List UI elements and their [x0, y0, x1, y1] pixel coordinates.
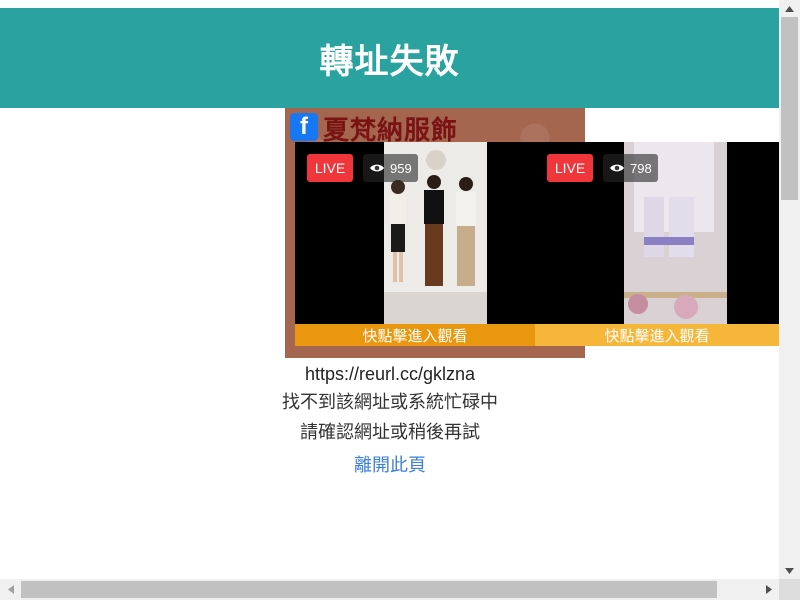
vertical-scroll-thumb[interactable] — [781, 17, 798, 200]
scroll-down-arrow-icon[interactable] — [779, 562, 800, 579]
page-header: 轉址失敗 — [0, 8, 779, 108]
watch-now-button[interactable]: 快點擊進入觀看 — [295, 324, 535, 346]
top-strip — [0, 0, 779, 8]
scrollbar-corner — [779, 579, 800, 600]
live-stream-card[interactable]: T上：可柔價 下午 LIVE 959 快點擊進入觀看 — [295, 142, 535, 346]
horizontal-scrollbar[interactable] — [0, 579, 779, 600]
facebook-icon: f — [290, 113, 318, 141]
watch-now-label: 快點擊進入觀看 — [362, 326, 468, 345]
vertical-scrollbar[interactable] — [779, 0, 800, 579]
viewer-count: 959 — [390, 160, 412, 176]
eye-icon — [370, 164, 384, 172]
scroll-left-arrow-icon[interactable] — [0, 579, 21, 600]
live-stream-card[interactable]: LIVE 798 快點擊進入觀看 — [535, 142, 779, 346]
horizontal-scroll-thumb[interactable] — [21, 581, 717, 598]
watch-now-button[interactable]: 快點擊進入觀看 — [535, 324, 779, 346]
watch-now-label: 快點擊進入觀看 — [604, 326, 710, 345]
live-stream-strip: T上：可柔價 下午 LIVE 959 快點擊進入觀看 — [295, 142, 779, 346]
page-title: 轉址失敗 — [319, 41, 460, 82]
viewer-count-badge: 798 — [603, 154, 658, 182]
viewer-count-badge: 959 — [363, 154, 418, 182]
error-message-block: https://reurl.cc/gklzna 找不到該網址或系統忙碌中 請確認… — [200, 360, 580, 484]
leave-page-link[interactable]: 離開此頁 — [354, 455, 426, 476]
scroll-up-arrow-icon[interactable] — [779, 0, 800, 17]
page-viewport: 轉址失敗 f 夏梵納服飾 LIVE 959 快點擊進入觀看 LIVE 798 快… — [0, 0, 779, 579]
target-url: https://reurl.cc/gklzna — [304, 364, 476, 384]
eye-icon — [610, 164, 624, 172]
error-message-line2: 請確認網址或稍後再試 — [300, 422, 480, 443]
live-badge: LIVE — [547, 154, 593, 182]
scroll-right-arrow-icon[interactable] — [758, 579, 779, 600]
error-message-line1: 找不到該網址或系統忙碌中 — [282, 392, 498, 413]
live-badge: LIVE — [307, 154, 353, 182]
viewer-count: 798 — [630, 160, 652, 176]
